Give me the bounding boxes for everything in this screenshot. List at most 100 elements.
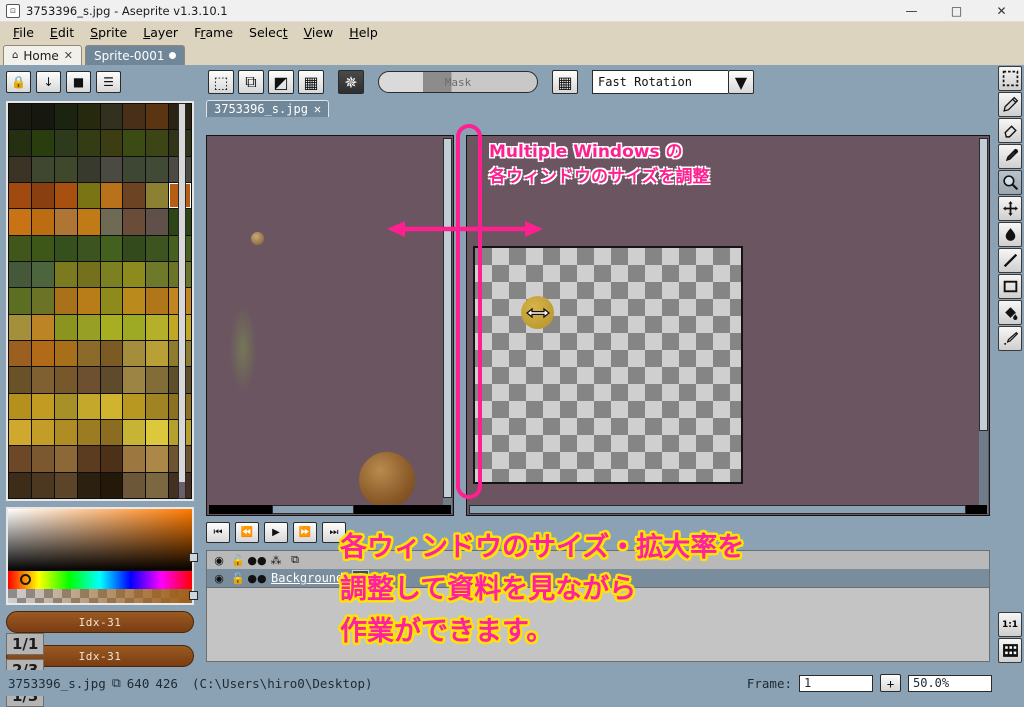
zoom-input[interactable]: 50.0% — [908, 674, 992, 692]
palette-swatch[interactable] — [146, 262, 169, 288]
palette-swatch[interactable] — [9, 235, 31, 261]
spray-tool-button[interactable] — [998, 326, 1022, 351]
palette-swatch[interactable] — [31, 446, 54, 472]
marquee-tool-button[interactable] — [998, 66, 1022, 91]
timeline-cel[interactable] — [352, 570, 370, 586]
palette-swatch[interactable] — [146, 104, 169, 130]
layer-group-icon[interactable]: ⁂ — [268, 553, 284, 568]
line-tool-button[interactable] — [998, 248, 1022, 273]
timeline-frames-area[interactable] — [206, 588, 990, 662]
palette-swatch[interactable] — [146, 314, 169, 340]
palette-swatch[interactable] — [146, 393, 169, 419]
subtract-selection-button[interactable]: ◩ — [268, 70, 294, 94]
zoom-tool-button[interactable] — [998, 170, 1022, 195]
palette-swatch[interactable] — [100, 367, 123, 393]
sprite-editor-vscrollbar[interactable] — [979, 138, 988, 513]
picker-handle-bottom[interactable] — [189, 591, 198, 600]
palette-swatch[interactable] — [100, 130, 123, 156]
rotation-algorithm-combo[interactable]: Fast Rotation ▼ — [592, 70, 754, 94]
toggle-lock-icon[interactable]: 🔓 — [230, 553, 246, 568]
palette-swatch[interactable] — [54, 420, 77, 446]
layer-lock-icon[interactable]: 🔓 — [230, 571, 246, 586]
timeline-layer-row[interactable]: ◉ 🔓 ●● Background — [206, 569, 990, 588]
menu-file[interactable]: File — [6, 23, 41, 42]
menu-view[interactable]: View — [297, 23, 341, 42]
palette-swatch[interactable] — [123, 183, 146, 209]
palette-swatch[interactable] — [123, 420, 146, 446]
palette-swatch[interactable] — [123, 341, 146, 367]
palette-swatch[interactable] — [31, 130, 54, 156]
lock-palette-button[interactable]: 🔒 — [6, 71, 31, 93]
palette-swatch[interactable] — [31, 420, 54, 446]
palette-swatch[interactable] — [77, 393, 100, 419]
palette-swatch[interactable] — [123, 209, 146, 235]
palette-swatch[interactable] — [146, 288, 169, 314]
palette-swatch[interactable] — [77, 235, 100, 261]
frame-input[interactable]: 1 — [799, 674, 873, 692]
close-icon[interactable]: ✕ — [314, 102, 321, 116]
color-picker[interactable] — [6, 507, 198, 605]
palette-swatch[interactable] — [77, 367, 100, 393]
palette-swatch[interactable] — [77, 262, 100, 288]
tab-sprite-0001[interactable]: Sprite-0001 — [85, 45, 186, 65]
palette-scrollbar[interactable] — [178, 103, 186, 499]
palette-swatch[interactable] — [123, 393, 146, 419]
palette-swatch[interactable] — [54, 235, 77, 261]
photo-editor-hscrollbar[interactable] — [209, 505, 451, 514]
canvas-tab-image[interactable]: 3753396_s.jpg ✕ — [206, 100, 330, 117]
add-frame-button[interactable]: + — [880, 674, 901, 692]
toggle-continuous-icon[interactable]: ●● — [247, 553, 266, 568]
palette-swatch[interactable] — [123, 262, 146, 288]
palette-swatch[interactable] — [100, 262, 123, 288]
pixel-grid-button[interactable]: ▦ — [552, 70, 578, 94]
palette-swatch[interactable] — [54, 341, 77, 367]
palette-swatch[interactable] — [100, 183, 123, 209]
palette-swatch[interactable] — [100, 288, 123, 314]
toggle-timeline-button[interactable] — [998, 638, 1022, 663]
palette-swatch[interactable] — [100, 420, 123, 446]
layer-visibility-icon[interactable]: ◉ — [211, 571, 227, 586]
palette-swatch[interactable] — [9, 393, 31, 419]
palette-swatch[interactable] — [9, 420, 31, 446]
palette-swatch[interactable] — [54, 288, 77, 314]
palette-swatch[interactable] — [123, 472, 146, 498]
mask-opacity-slider[interactable]: Mask — [378, 71, 538, 93]
layer-continuous-icon[interactable]: ●● — [247, 571, 266, 586]
palette-swatch[interactable] — [100, 314, 123, 340]
palette-options-button[interactable]: ☰ — [96, 71, 121, 93]
palette-swatch[interactable] — [146, 341, 169, 367]
palette-swatch[interactable] — [123, 104, 146, 130]
palette-swatch[interactable] — [100, 209, 123, 235]
hue-slider[interactable] — [8, 571, 192, 589]
palette-swatch[interactable] — [9, 130, 31, 156]
minimize-button[interactable]: — — [889, 0, 934, 22]
paint-bucket-tool-button[interactable] — [998, 300, 1022, 325]
palette-swatch[interactable] — [9, 183, 31, 209]
palette-swatch[interactable] — [54, 314, 77, 340]
add-selection-button[interactable]: ⧉ — [238, 70, 264, 94]
color-palette-grid[interactable] — [6, 101, 194, 501]
palette-swatch[interactable] — [31, 183, 54, 209]
palette-swatch[interactable] — [100, 472, 123, 498]
palette-swatch[interactable] — [31, 262, 54, 288]
palette-swatch[interactable] — [77, 104, 100, 130]
palette-swatch[interactable] — [123, 156, 146, 182]
palette-swatch[interactable] — [54, 446, 77, 472]
alpha-slider[interactable] — [8, 589, 192, 603]
pencil-tool-button[interactable] — [998, 92, 1022, 117]
play-button[interactable]: ▶ — [264, 522, 288, 543]
palette-swatch[interactable] — [9, 367, 31, 393]
move-tool-button[interactable] — [998, 196, 1022, 221]
palette-swatch[interactable] — [9, 472, 31, 498]
palette-swatch[interactable] — [54, 130, 77, 156]
palette-swatch[interactable] — [123, 235, 146, 261]
palette-swatch[interactable] — [146, 367, 169, 393]
refine-selection-button[interactable]: ✵ — [338, 70, 364, 94]
palette-swatch[interactable] — [77, 130, 100, 156]
picker-handle-top[interactable] — [189, 553, 198, 562]
palette-swatch[interactable] — [123, 314, 146, 340]
palette-swatch[interactable] — [54, 367, 77, 393]
palette-swatch[interactable] — [146, 472, 169, 498]
eraser-tool-button[interactable] — [998, 118, 1022, 143]
go-next-frame-button[interactable]: ⏩ — [293, 522, 317, 543]
